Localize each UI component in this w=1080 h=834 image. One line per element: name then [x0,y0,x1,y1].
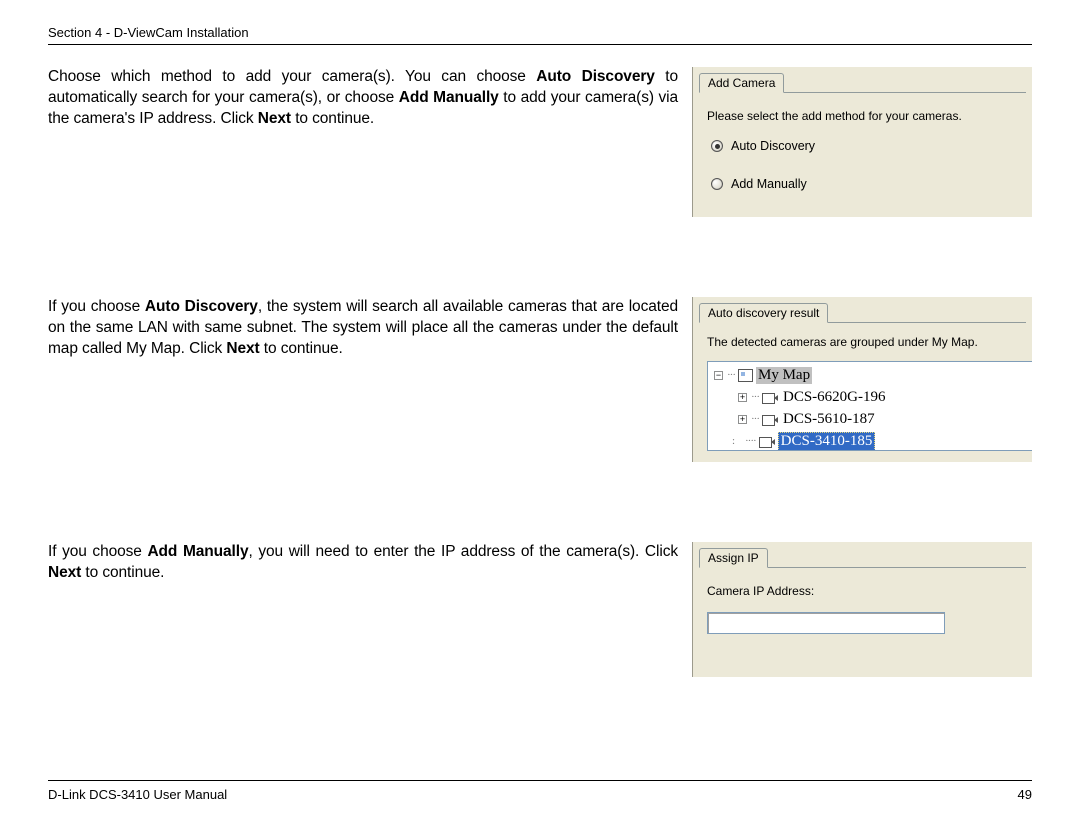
tree-root-row[interactable]: − ··· My Map [708,364,1032,386]
camera-icon [759,436,775,447]
footer-page-number: 49 [1018,787,1032,802]
page-footer: D-Link DCS-3410 User Manual 49 [48,780,1032,802]
row-add-camera: Choose which method to add your camera(s… [48,67,1032,217]
expand-minus-icon[interactable]: − [714,371,723,380]
add-camera-prompt: Please select the add method for your ca… [707,109,1018,123]
radio-add-manually-label: Add Manually [731,177,807,191]
panel-discovery: Auto discovery result The detected camer… [692,297,1032,462]
tree-item-label-selected[interactable]: DCS-3410-185 [778,432,876,451]
camera-icon [762,414,778,425]
discovery-prompt: The detected cameras are grouped under M… [707,335,1032,349]
camera-icon [762,392,778,403]
tree-item-row[interactable]: + ··· DCS-5610-187 [708,408,1032,430]
tree-root-label[interactable]: My Map [756,367,812,384]
tree-item-label[interactable]: DCS-5610-187 [781,411,877,428]
radio-auto-discovery[interactable] [711,140,723,152]
tab-discovery-result[interactable]: Auto discovery result [699,303,828,323]
expand-plus-icon[interactable]: + [738,393,747,402]
camera-ip-label: Camera IP Address: [707,584,1018,598]
camera-ip-input[interactable] [707,612,945,634]
page-header: Section 4 - D-ViewCam Installation [48,25,1032,45]
map-icon [738,369,753,382]
expand-plus-icon[interactable]: + [738,415,747,424]
instructions-add-camera: Choose which method to add your camera(s… [48,67,688,130]
radio-auto-discovery-row[interactable]: Auto Discovery [711,139,1018,153]
instructions-assign-ip: If you choose Add Manually, you will nee… [48,542,688,584]
panel-assign-ip: Assign IP Camera IP Address: [692,542,1032,677]
radio-add-manually[interactable] [711,178,723,190]
footer-left: D-Link DCS-3410 User Manual [48,787,227,802]
tab-assign-ip[interactable]: Assign IP [699,548,768,568]
section-title: Section 4 - D-ViewCam Installation [48,25,249,40]
tree-item-label[interactable]: DCS-6620G-196 [781,389,888,406]
tree-item-row[interactable]: : ···· DCS-3410-185 [708,430,1032,451]
tab-add-camera[interactable]: Add Camera [699,73,784,93]
radio-add-manually-row[interactable]: Add Manually [711,177,1018,191]
row-auto-discovery: If you choose Auto Discovery, the system… [48,297,1032,462]
panel-add-camera: Add Camera Please select the add method … [692,67,1032,217]
radio-auto-discovery-label: Auto Discovery [731,139,815,153]
instructions-auto-discovery: If you choose Auto Discovery, the system… [48,297,688,360]
tree-item-row[interactable]: + ··· DCS-6620G-196 [708,386,1032,408]
row-assign-ip: If you choose Add Manually, you will nee… [48,542,1032,677]
camera-tree[interactable]: − ··· My Map + ··· DCS-6620G-196 [707,361,1032,451]
